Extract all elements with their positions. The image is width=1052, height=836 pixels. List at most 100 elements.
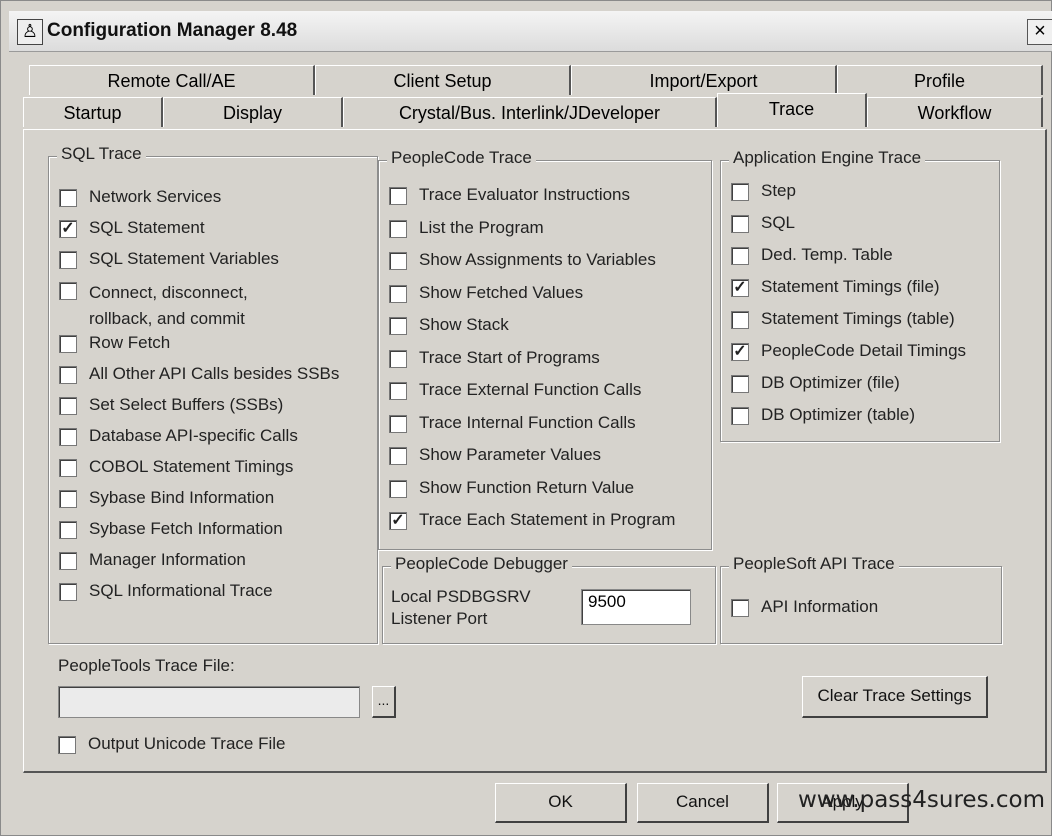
tab-workflow[interactable]: Workflow xyxy=(867,97,1043,127)
peoplecode_trace-checkbox[interactable] xyxy=(389,284,407,303)
tab-startup[interactable]: Startup xyxy=(23,97,163,127)
sql_trace-checkbox-label: Sybase Bind Information xyxy=(89,488,275,507)
peoplecode_trace-item-row[interactable]: Show Assignments to Variables xyxy=(389,250,656,276)
app_engine_trace-checkbox[interactable] xyxy=(731,407,749,425)
app_engine_trace-checkbox[interactable] xyxy=(731,375,749,393)
app_engine_trace-item-row[interactable]: Statement Timings (table) xyxy=(731,309,955,335)
peoplecode_trace-item-row[interactable]: List the Program xyxy=(389,218,544,244)
peoplecode_trace-item-row[interactable]: ✓ Trace Each Statement in Program xyxy=(389,510,675,536)
sql_trace-checkbox[interactable] xyxy=(59,335,77,353)
peoplecode_trace-item-row[interactable]: Show Parameter Values xyxy=(389,445,601,471)
app-engine-trace-group: Application Engine Trace Step SQL Ded. Tem… xyxy=(720,148,1000,442)
sql_trace-checkbox-label: Row Fetch xyxy=(89,333,171,352)
app_engine_trace-item-row[interactable]: ✓ Statement Timings (file) xyxy=(731,277,940,303)
debugger-title: PeopleCode Debugger xyxy=(391,554,572,574)
app_engine_trace-item-row[interactable]: Ded. Temp. Table xyxy=(731,245,893,271)
peoplecode_trace-checkbox-label: Show Assignments to Variables xyxy=(419,250,656,269)
peoplecode_trace-checkbox[interactable] xyxy=(389,252,407,270)
sql_trace-item-row[interactable]: Sybase Fetch Information xyxy=(59,519,283,545)
unicode-label: Output Unicode Trace File xyxy=(88,734,286,753)
sql_trace-item-row[interactable]: Set Select Buffers (SSBs) xyxy=(59,395,283,421)
peoplecode_trace-item-row[interactable]: Show Function Return Value xyxy=(389,478,634,504)
peoplecode_trace-checkbox[interactable] xyxy=(389,349,407,368)
app_engine_trace-item-row[interactable]: DB Optimizer (table) xyxy=(731,405,915,431)
app-icon: ♙ xyxy=(17,19,43,45)
api-information-checkbox[interactable] xyxy=(731,599,749,617)
unicode-checkbox-row[interactable]: Output Unicode Trace File xyxy=(58,734,285,760)
app_engine_trace-item-row[interactable]: DB Optimizer (file) xyxy=(731,373,900,399)
sql_trace-checkbox[interactable] xyxy=(59,583,77,601)
sql_trace-item-row[interactable]: SQL Informational Trace xyxy=(59,581,273,607)
peoplecode_trace-checkbox[interactable] xyxy=(389,187,407,205)
sql_trace-checkbox[interactable] xyxy=(59,397,77,415)
watermark-text: www.pass4sures.com xyxy=(797,787,1045,813)
app_engine_trace-checkbox-label: Ded. Temp. Table xyxy=(761,245,893,264)
ok-button[interactable]: OK xyxy=(495,783,627,823)
config-manager-window: ♙ Configuration Manager 8.48 × Remote Ca… xyxy=(0,0,1052,836)
sql_trace-item-row[interactable]: Connect, disconnect, rollback, and commi… xyxy=(59,280,309,328)
peoplecode_trace-checkbox-label: Trace Internal Function Calls xyxy=(419,412,636,432)
app_engine_trace-item-row[interactable]: Step xyxy=(731,181,796,207)
sql_trace-item-row[interactable]: Sybase Bind Information xyxy=(59,488,274,514)
sql_trace-item-row[interactable]: ✓ SQL Statement xyxy=(59,218,205,244)
sql_trace-item-row[interactable]: All Other API Calls besides SSBs xyxy=(59,364,339,390)
unicode-checkbox[interactable] xyxy=(58,736,76,754)
cancel-button[interactable]: Cancel xyxy=(637,783,769,823)
peoplecode_trace-checkbox[interactable] xyxy=(389,414,407,433)
tab-client-setup[interactable]: Client Setup xyxy=(315,65,571,95)
app_engine_trace-checkbox[interactable] xyxy=(731,215,749,233)
peoplecode_trace-item-row[interactable]: Trace Internal Function Calls xyxy=(389,413,636,439)
tab-profile[interactable]: Profile xyxy=(837,65,1043,95)
peoplecode_trace-checkbox[interactable] xyxy=(389,479,407,498)
app_engine_trace-checkbox[interactable] xyxy=(731,247,749,265)
peoplecode_trace-checkbox[interactable] xyxy=(389,219,407,238)
trace-file-input[interactable] xyxy=(58,686,360,718)
peoplecode_trace-checkbox-label: Show Parameter Values xyxy=(419,445,602,464)
peoplecode_trace-item-row[interactable]: Trace External Function Calls xyxy=(389,380,641,406)
peoplecode_trace-checkbox[interactable] xyxy=(389,447,407,465)
sql_trace-checkbox[interactable]: ✓ xyxy=(59,220,77,238)
listener-port-input[interactable]: 9500 xyxy=(581,589,691,625)
peoplecode_trace-item-row[interactable]: Show Stack xyxy=(389,315,509,341)
sql_trace-checkbox[interactable] xyxy=(59,552,77,570)
sql_trace-item-row[interactable]: Network Services xyxy=(59,187,221,213)
sql_trace-checkbox[interactable] xyxy=(59,459,77,477)
tab-trace[interactable]: Trace xyxy=(717,93,867,127)
peoplecode_trace-checkbox[interactable] xyxy=(389,317,407,335)
sql-trace-title: SQL Trace xyxy=(57,144,146,164)
peoplecode_trace-checkbox-label: Trace Each Statement in Program xyxy=(419,510,676,529)
sql_trace-item-row[interactable]: Row Fetch xyxy=(59,333,170,359)
api-trace-group: PeopleSoft API Trace API Information xyxy=(720,554,1002,644)
peoplecode_trace-checkbox[interactable] xyxy=(389,382,407,400)
tab-display[interactable]: Display xyxy=(163,97,343,127)
peoplecode_trace-item-row[interactable]: Trace Evaluator Instructions xyxy=(389,185,630,211)
api-information-checkbox-row[interactable]: API Information xyxy=(731,597,878,623)
app_engine_trace-checkbox[interactable]: ✓ xyxy=(731,279,749,297)
peoplecode_trace-item-row[interactable]: Trace Start of Programs xyxy=(389,348,600,374)
sql_trace-checkbox[interactable] xyxy=(59,521,77,539)
app_engine_trace-item-row[interactable]: SQL xyxy=(731,213,795,239)
sql_trace-item-row[interactable]: Database API-specific Calls xyxy=(59,426,298,452)
app_engine_trace-checkbox[interactable] xyxy=(731,311,749,329)
sql_trace-checkbox-label: SQL Informational Trace xyxy=(89,581,273,600)
close-icon[interactable]: × xyxy=(1027,19,1052,45)
tab-crystal[interactable]: Crystal/Bus. Interlink/JDeveloper xyxy=(343,97,717,127)
sql_trace-checkbox[interactable] xyxy=(59,366,77,384)
sql_trace-item-row[interactable]: COBOL Statement Timings xyxy=(59,457,293,483)
peoplecode_trace-item-row[interactable]: Show Fetched Values xyxy=(389,283,583,309)
sql_trace-checkbox[interactable] xyxy=(59,490,77,508)
app_engine_trace-checkbox[interactable] xyxy=(731,183,749,201)
sql_trace-checkbox[interactable] xyxy=(59,251,77,269)
app_engine_trace-item-row[interactable]: ✓ PeopleCode Detail Timings xyxy=(731,341,966,367)
app_engine_trace-checkbox[interactable]: ✓ xyxy=(731,343,749,361)
sql_trace-checkbox[interactable] xyxy=(59,428,77,446)
clear-trace-settings-button[interactable]: Clear Trace Settings xyxy=(802,676,988,718)
sql_trace-item-row[interactable]: SQL Statement Variables xyxy=(59,249,279,275)
tab-import-export[interactable]: Import/Export xyxy=(571,65,837,95)
peoplecode_trace-checkbox[interactable]: ✓ xyxy=(389,512,407,530)
browse-button[interactable]: ... xyxy=(372,686,396,718)
tab-remote-call[interactable]: Remote Call/AE xyxy=(29,65,315,95)
sql_trace-item-row[interactable]: Manager Information xyxy=(59,550,246,576)
sql_trace-checkbox[interactable] xyxy=(59,282,77,300)
sql_trace-checkbox[interactable] xyxy=(59,189,77,207)
